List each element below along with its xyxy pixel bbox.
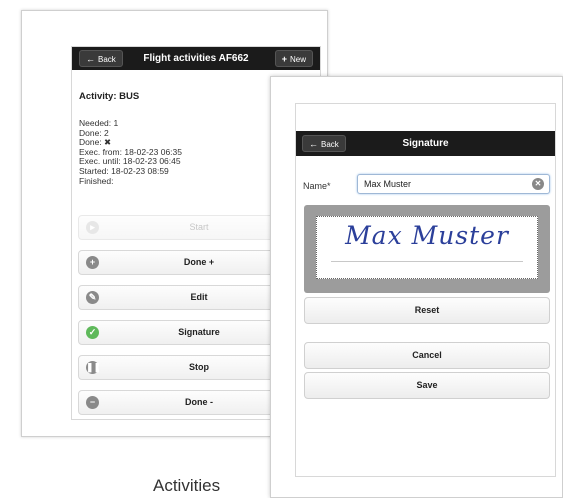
signature-baseline <box>331 261 523 262</box>
clear-icon[interactable]: ✕ <box>532 178 544 190</box>
back-button[interactable]: ← Back <box>79 50 123 67</box>
save-button-label: Save <box>416 380 438 390</box>
cancel-button[interactable]: Cancel <box>304 342 550 369</box>
header-bar: Signature ← Back <box>296 131 555 156</box>
arrow-left-icon: ← <box>86 54 95 64</box>
signature-screen: Signature ← Back Name* Max Muster ✕ Max M… <box>295 103 556 477</box>
header-bar: Flight activities AF662 ← Back + New <box>72 47 320 70</box>
activity-title: Activity: BUS <box>79 91 140 102</box>
figure-caption: Activities <box>153 476 221 495</box>
name-input[interactable]: Max Muster ✕ <box>357 174 550 194</box>
cancel-button-label: Cancel <box>412 350 442 360</box>
reset-button[interactable]: Reset <box>304 297 550 324</box>
signature-device-frame: Signature ← Back Name* Max Muster ✕ Max M… <box>270 76 563 498</box>
signature-drawing: Max Muster <box>345 221 509 250</box>
plus-icon: + <box>281 54 287 64</box>
back-button-label: Back <box>321 140 339 149</box>
back-button[interactable]: ← Back <box>302 135 346 152</box>
new-button[interactable]: + New <box>274 50 313 67</box>
reset-button-label: Reset <box>414 305 440 315</box>
arrow-left-icon: ← <box>309 139 318 149</box>
name-input-value: Max Muster <box>364 179 412 189</box>
new-button-label: New <box>289 55 306 64</box>
finished-time: Finished: <box>79 175 114 186</box>
back-button-label: Back <box>98 55 116 64</box>
name-label: Name* <box>303 181 331 191</box>
save-button[interactable]: Save <box>304 372 550 399</box>
signature-canvas[interactable]: Max Muster <box>316 216 538 279</box>
signature-pad: Max Muster <box>304 205 550 293</box>
activity-info: Needed: 1 Done: 2 Done: ✖ Exec. from: 18… <box>79 118 182 186</box>
